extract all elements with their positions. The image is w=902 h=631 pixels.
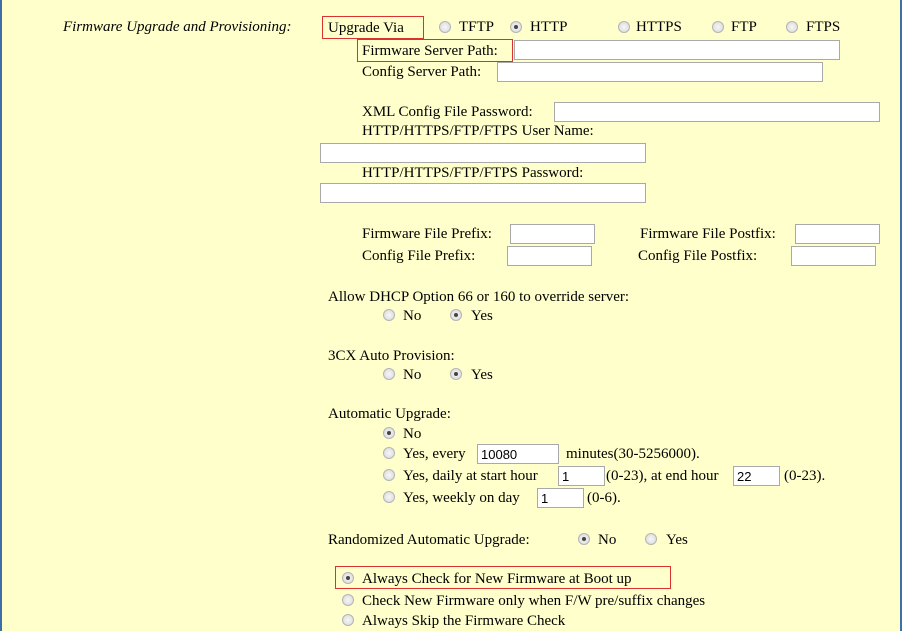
automatic-upgrade-no-radio[interactable] bbox=[383, 427, 395, 439]
upgrade-via-https-label: HTTPS bbox=[636, 19, 682, 35]
left-frame-border bbox=[0, 0, 2, 631]
automatic-upgrade-every-input[interactable] bbox=[477, 444, 559, 464]
firmware-check-skip-radio[interactable] bbox=[342, 614, 354, 626]
automatic-upgrade-every-radio[interactable] bbox=[383, 447, 395, 459]
firmware-check-on-change-radio[interactable] bbox=[342, 594, 354, 606]
automatic-upgrade-weekly-label: Yes, weekly on day bbox=[403, 490, 520, 506]
config-file-postfix-input[interactable] bbox=[791, 246, 876, 266]
automatic-upgrade-daily-suffix: (0-23). bbox=[784, 468, 826, 484]
username-input[interactable] bbox=[320, 143, 646, 163]
dhcp-override-no-label: No bbox=[403, 308, 422, 324]
automatic-upgrade-daily-label: Yes, daily at start hour bbox=[403, 468, 538, 484]
upgrade-via-tftp-label: TFTP bbox=[459, 19, 495, 35]
upgrade-via-ftp-radio[interactable] bbox=[712, 21, 724, 33]
username-label: HTTP/HTTPS/FTP/FTPS User Name: bbox=[362, 123, 594, 139]
upgrade-via-ftp-label: FTP bbox=[731, 19, 757, 35]
firmware-check-skip-label: Always Skip the Firmware Check bbox=[362, 613, 566, 629]
firmware-file-postfix-label: Firmware File Postfix: bbox=[640, 226, 776, 242]
password-label: HTTP/HTTPS/FTP/FTPS Password: bbox=[362, 165, 584, 181]
automatic-upgrade-daily-radio[interactable] bbox=[383, 469, 395, 481]
firmware-server-path-label: Firmware Server Path: bbox=[362, 43, 498, 59]
xml-config-password-label: XML Config File Password: bbox=[362, 104, 533, 120]
config-file-prefix-label: Config File Prefix: bbox=[362, 248, 476, 264]
upgrade-via-label: Upgrade Via bbox=[328, 20, 404, 36]
auto-provision-no-label: No bbox=[403, 367, 422, 383]
auto-provision-no-radio[interactable] bbox=[383, 368, 395, 380]
upgrade-via-https-radio[interactable] bbox=[618, 21, 630, 33]
dhcp-override-yes-label: Yes bbox=[471, 308, 493, 324]
automatic-upgrade-daily-start-input[interactable] bbox=[558, 466, 605, 486]
dhcp-override-label: Allow DHCP Option 66 or 160 to override … bbox=[328, 289, 630, 305]
randomized-upgrade-no-label: No bbox=[598, 532, 617, 548]
config-server-path-label: Config Server Path: bbox=[362, 64, 482, 80]
randomized-upgrade-no-radio[interactable] bbox=[578, 533, 590, 545]
firmware-check-always-label: Always Check for New Firmware at Boot up bbox=[362, 571, 632, 587]
auto-provision-yes-label: Yes bbox=[471, 367, 493, 383]
upgrade-via-ftps-radio[interactable] bbox=[786, 21, 798, 33]
randomized-upgrade-label: Randomized Automatic Upgrade: bbox=[328, 532, 530, 548]
automatic-upgrade-every-suffix: minutes(30-5256000). bbox=[566, 446, 700, 462]
automatic-upgrade-weekly-input[interactable] bbox=[537, 488, 584, 508]
randomized-upgrade-yes-radio[interactable] bbox=[645, 533, 657, 545]
xml-config-password-input[interactable] bbox=[554, 102, 880, 122]
section-label: Firmware Upgrade and Provisioning: bbox=[63, 19, 292, 35]
password-input[interactable] bbox=[320, 183, 646, 203]
dhcp-override-yes-radio[interactable] bbox=[450, 309, 462, 321]
firmware-server-path-input[interactable] bbox=[514, 40, 840, 60]
firmware-check-on-change-label: Check New Firmware only when F/W pre/suf… bbox=[362, 593, 706, 609]
automatic-upgrade-weekly-radio[interactable] bbox=[383, 491, 395, 503]
upgrade-via-ftps-label: FTPS bbox=[806, 19, 841, 35]
automatic-upgrade-daily-mid: (0-23), at end hour bbox=[606, 468, 719, 484]
upgrade-via-http-label: HTTP bbox=[530, 19, 568, 35]
automatic-upgrade-weekly-suffix: (0-6). bbox=[587, 490, 621, 506]
automatic-upgrade-label: Automatic Upgrade: bbox=[328, 406, 451, 422]
firmware-file-prefix-label: Firmware File Prefix: bbox=[362, 226, 492, 242]
randomized-upgrade-yes-label: Yes bbox=[666, 532, 688, 548]
upgrade-via-http-radio[interactable] bbox=[510, 21, 522, 33]
automatic-upgrade-no-label: No bbox=[403, 426, 422, 442]
upgrade-via-tftp-radio[interactable] bbox=[439, 21, 451, 33]
automatic-upgrade-daily-end-input[interactable] bbox=[733, 466, 780, 486]
firmware-file-postfix-input[interactable] bbox=[795, 224, 880, 244]
firmware-check-always-radio[interactable] bbox=[342, 572, 354, 584]
dhcp-override-no-radio[interactable] bbox=[383, 309, 395, 321]
automatic-upgrade-every-label: Yes, every bbox=[403, 446, 466, 462]
firmware-file-prefix-input[interactable] bbox=[510, 224, 595, 244]
auto-provision-yes-radio[interactable] bbox=[450, 368, 462, 380]
config-file-prefix-input[interactable] bbox=[507, 246, 592, 266]
auto-provision-label: 3CX Auto Provision: bbox=[328, 348, 455, 364]
config-file-postfix-label: Config File Postfix: bbox=[638, 248, 758, 264]
config-server-path-input[interactable] bbox=[497, 62, 823, 82]
